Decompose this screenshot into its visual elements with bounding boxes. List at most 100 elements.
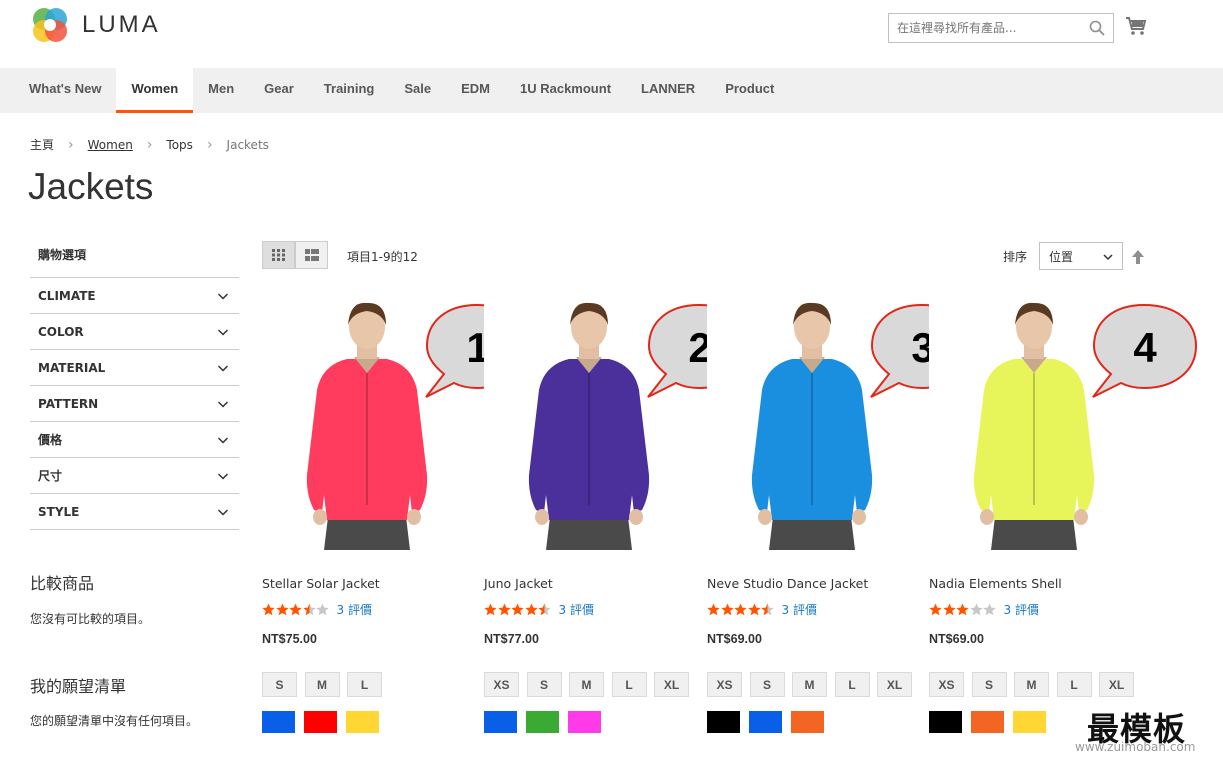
watermark: 最模板 www.zuimoban.com: [1065, 700, 1223, 759]
star-icon: [983, 603, 996, 616]
size-option[interactable]: XS: [707, 672, 742, 697]
sort-select-value: 位置: [1049, 249, 1074, 264]
nav-item-edm[interactable]: EDM: [446, 68, 505, 113]
search-box[interactable]: [888, 13, 1114, 43]
search-input[interactable]: [889, 14, 1079, 42]
star-icon: [275, 603, 289, 616]
nav-item-training[interactable]: Training: [309, 68, 390, 113]
size-option[interactable]: XL: [654, 672, 689, 697]
star-icon: [497, 603, 511, 616]
size-option[interactable]: XL: [877, 672, 912, 697]
size-option[interactable]: S: [749, 672, 785, 697]
size-option[interactable]: L: [347, 672, 382, 697]
reviews-link[interactable]: 3 評價: [1004, 601, 1039, 618]
product-name-link[interactable]: Neve Studio Dance Jacket: [707, 576, 868, 591]
nav-item-women[interactable]: Women: [116, 68, 194, 113]
logo-text: LUMA: [82, 11, 161, 38]
product-rating: 3 評價: [929, 601, 1039, 618]
chevron-down-icon: [1103, 254, 1113, 261]
color-swatch[interactable]: [304, 711, 337, 733]
filter-2[interactable]: COLOR: [30, 314, 239, 350]
reviews-link[interactable]: 3 評價: [782, 601, 817, 618]
nav-item-men[interactable]: Men: [193, 68, 249, 113]
cart-icon[interactable]: [1125, 15, 1147, 37]
compare-empty-text: 您沒有可比較的項目。: [30, 612, 151, 626]
size-option[interactable]: XS: [484, 672, 519, 697]
rating-stars: [484, 603, 552, 616]
filter-6[interactable]: 尺寸: [30, 458, 239, 494]
filter-label: 尺寸: [38, 469, 63, 483]
color-swatch[interactable]: [971, 711, 1004, 733]
color-swatch[interactable]: [707, 711, 740, 733]
nav-item-1u-rackmount[interactable]: 1U Rackmount: [505, 68, 626, 113]
breadcrumb-current: Jackets: [226, 137, 269, 152]
size-option[interactable]: L: [611, 672, 647, 697]
filter-1[interactable]: CLIMATE: [30, 278, 239, 314]
search-icon[interactable]: [1089, 20, 1105, 36]
product-price: NT$69.00: [707, 632, 762, 646]
size-option[interactable]: XL: [1099, 672, 1134, 697]
size-option[interactable]: S: [526, 672, 562, 697]
list-view-button[interactable]: [295, 241, 328, 269]
filter-5[interactable]: 價格: [30, 422, 239, 458]
reviews-link[interactable]: 3 評價: [337, 601, 372, 618]
color-swatch[interactable]: [484, 711, 517, 733]
rating-stars: [707, 603, 775, 616]
filter-label: CLIMATE: [38, 288, 96, 303]
sort-select[interactable]: 位置: [1039, 242, 1123, 270]
filter-7[interactable]: STYLE: [30, 494, 239, 530]
nav-item-gear[interactable]: Gear: [249, 68, 309, 113]
product-name-link[interactable]: Nadia Elements Shell: [929, 576, 1062, 591]
size-option[interactable]: M: [569, 672, 604, 697]
product-name-link[interactable]: Juno Jacket: [484, 576, 553, 591]
color-swatch[interactable]: [526, 711, 559, 733]
star-icon: [316, 603, 329, 616]
product-rating: 3 評價: [484, 601, 594, 618]
star-icon: [761, 603, 774, 616]
size-option[interactable]: M: [1014, 672, 1049, 697]
nav-item-what-s-new[interactable]: What's New: [14, 68, 116, 113]
star-icon: [969, 603, 983, 616]
color-options: [929, 711, 1055, 733]
reviews-link[interactable]: 3 評價: [559, 601, 594, 618]
sort-direction-arrow-icon[interactable]: [1131, 249, 1145, 265]
size-option[interactable]: M: [304, 672, 340, 697]
chevron-down-icon: [217, 436, 229, 444]
product-name-link[interactable]: Stellar Solar Jacket: [262, 576, 380, 591]
size-option[interactable]: XS: [929, 672, 964, 697]
color-swatch[interactable]: [929, 711, 962, 733]
size-option[interactable]: L: [834, 672, 870, 697]
callout-bubble: 4: [1089, 302, 1199, 407]
rating-stars: [262, 603, 330, 616]
color-options: [484, 711, 610, 733]
size-option[interactable]: S: [262, 672, 297, 697]
color-swatch[interactable]: [568, 711, 601, 733]
size-option[interactable]: M: [792, 672, 827, 697]
breadcrumb-home[interactable]: 主頁: [30, 136, 54, 153]
filter-3[interactable]: MATERIAL: [30, 350, 239, 386]
luma-logo[interactable]: LUMA: [30, 5, 161, 45]
star-icon: [707, 603, 720, 616]
breadcrumb-tops[interactable]: Tops: [166, 138, 193, 152]
color-swatch[interactable]: [1013, 711, 1046, 733]
toolbar-amount: 項目1-9的12: [347, 250, 418, 264]
size-option[interactable]: S: [971, 672, 1007, 697]
color-swatch[interactable]: [749, 711, 782, 733]
color-swatch[interactable]: [791, 711, 824, 733]
color-swatch[interactable]: [262, 711, 295, 733]
grid-icon: [271, 249, 285, 261]
grid-view-button[interactable]: [262, 241, 295, 269]
filter-label: 價格: [38, 433, 63, 447]
nav-item-product[interactable]: Product: [710, 68, 789, 113]
sidebar-filters: 購物選項 CLIMATE COLOR MATERIAL PATTERN 價格 尺寸 STYL…: [30, 240, 239, 530]
breadcrumb: 主頁 › Women › Tops › Jackets: [30, 136, 269, 153]
size-option[interactable]: L: [1056, 672, 1092, 697]
filter-4[interactable]: PATTERN: [30, 386, 239, 422]
watermark-url: www.zuimoban.com: [1075, 740, 1196, 754]
nav-item-lanner[interactable]: LANNER: [626, 68, 710, 113]
breadcrumb-women[interactable]: Women: [88, 138, 133, 152]
wishlist-title: 我的願望清單: [30, 677, 127, 696]
breadcrumb-separator-icon: ›: [68, 136, 74, 153]
color-swatch[interactable]: [346, 711, 379, 733]
nav-item-sale[interactable]: Sale: [389, 68, 446, 113]
